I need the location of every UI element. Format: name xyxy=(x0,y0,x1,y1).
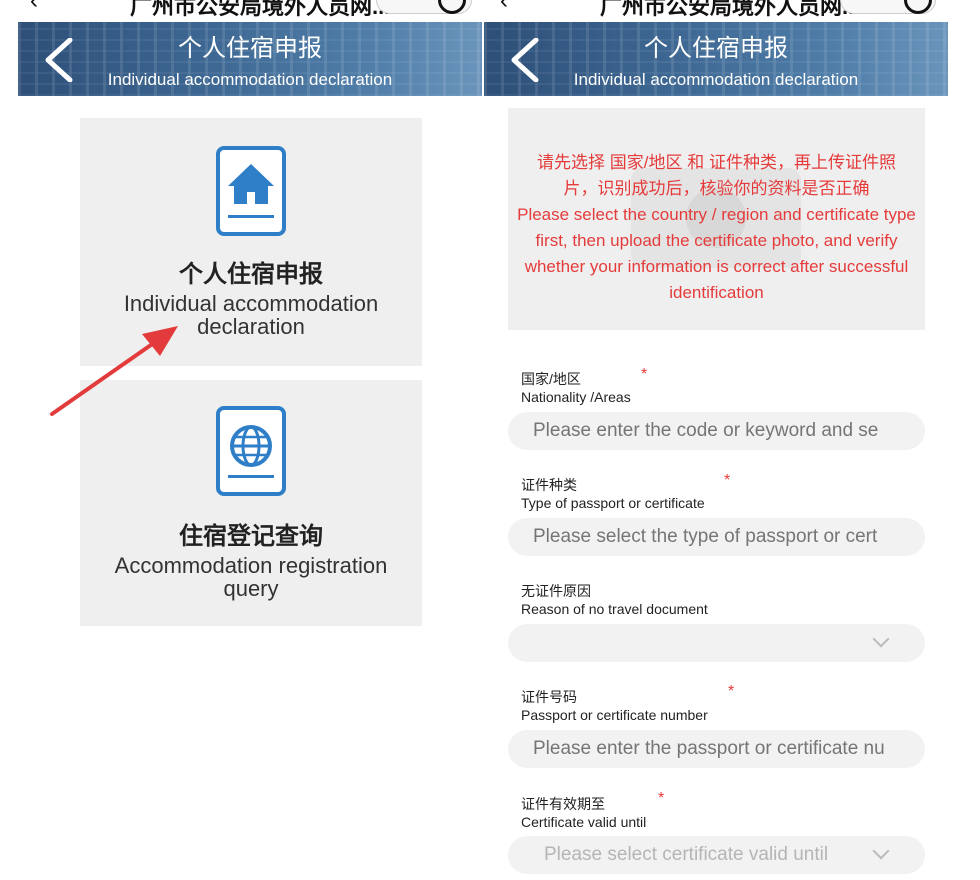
required-mark: * xyxy=(728,683,735,700)
card-title-cn: 住宿登记查询 xyxy=(179,523,323,550)
valid-until-select[interactable]: Please select certificate valid until xyxy=(508,836,925,874)
required-mark: * xyxy=(641,366,648,383)
valid-until-placeholder: Please select certificate valid until xyxy=(544,844,829,865)
upload-instructions: 请先选择 国家/地区 和 证件种类，再上传证件照片，识别成功后，核验你的资料是否… xyxy=(508,150,925,306)
left-browser-bar: ‹ 广州市公安局境外人员网... xyxy=(0,0,490,22)
card-title-en: Accommodation registration query xyxy=(114,553,388,601)
chevron-down-icon xyxy=(872,842,890,860)
page-title-en: Individual accommodation declaration xyxy=(573,70,859,89)
browser-page-title: 广州市公安局境外人员网... xyxy=(130,0,391,19)
certificate-type-select[interactable] xyxy=(508,518,925,556)
browser-back-icon[interactable]: ‹ xyxy=(30,0,38,15)
required-mark: * xyxy=(658,790,665,807)
field-label-certificate-type: 证件种类 Type of passport or certificate xyxy=(521,477,705,511)
certificate-number-input[interactable] xyxy=(508,730,925,768)
required-mark: * xyxy=(724,472,731,489)
page-title-cn: 个人住宿申报 xyxy=(644,35,788,62)
chevron-down-icon xyxy=(872,630,890,648)
house-icon xyxy=(216,146,286,236)
card-title-cn: 个人住宿申报 xyxy=(179,261,323,288)
field-label-no-document-reason: 无证件原因 Reason of no travel document xyxy=(521,583,708,617)
browser-back-icon[interactable]: ‹ xyxy=(500,0,508,15)
instructions-cn: 请先选择 国家/地区 和 证件种类，再上传证件照片，识别成功后，核验你的资料是否… xyxy=(537,153,896,198)
left-header: 个人住宿申报 Individual accommodation declarat… xyxy=(18,22,482,96)
field-label-valid-until: 证件有效期至 Certificate valid until xyxy=(521,796,647,830)
no-document-reason-select[interactable] xyxy=(508,624,925,662)
right-browser-bar: ‹ 广州市公安局境外人员网... xyxy=(490,0,980,22)
instructions-en: Please select the country / region and c… xyxy=(517,205,916,302)
page-title-cn: 个人住宿申报 xyxy=(178,35,322,62)
field-label-nationality: 国家/地区 Nationality /Areas xyxy=(521,371,631,405)
page-title-en: Individual accommodation declaration xyxy=(107,70,393,89)
screenshot-root: ‹ 广州市公安局境外人员网... ‹ 广州市公安局境外人员网... 个人住宿申报… xyxy=(0,0,980,880)
nationality-input[interactable] xyxy=(508,412,925,450)
upload-photo-area[interactable]: 请先选择 国家/地区 和 证件种类，再上传证件照片，识别成功后，核验你的资料是否… xyxy=(508,108,925,330)
red-annotation-arrow xyxy=(50,326,178,416)
right-header: 个人住宿申报 Individual accommodation declarat… xyxy=(484,22,948,96)
globe-icon xyxy=(216,406,286,496)
field-label-certificate-number: 证件号码 Passport or certificate number xyxy=(521,689,708,723)
browser-page-title: 广州市公安局境外人员网... xyxy=(600,0,861,19)
